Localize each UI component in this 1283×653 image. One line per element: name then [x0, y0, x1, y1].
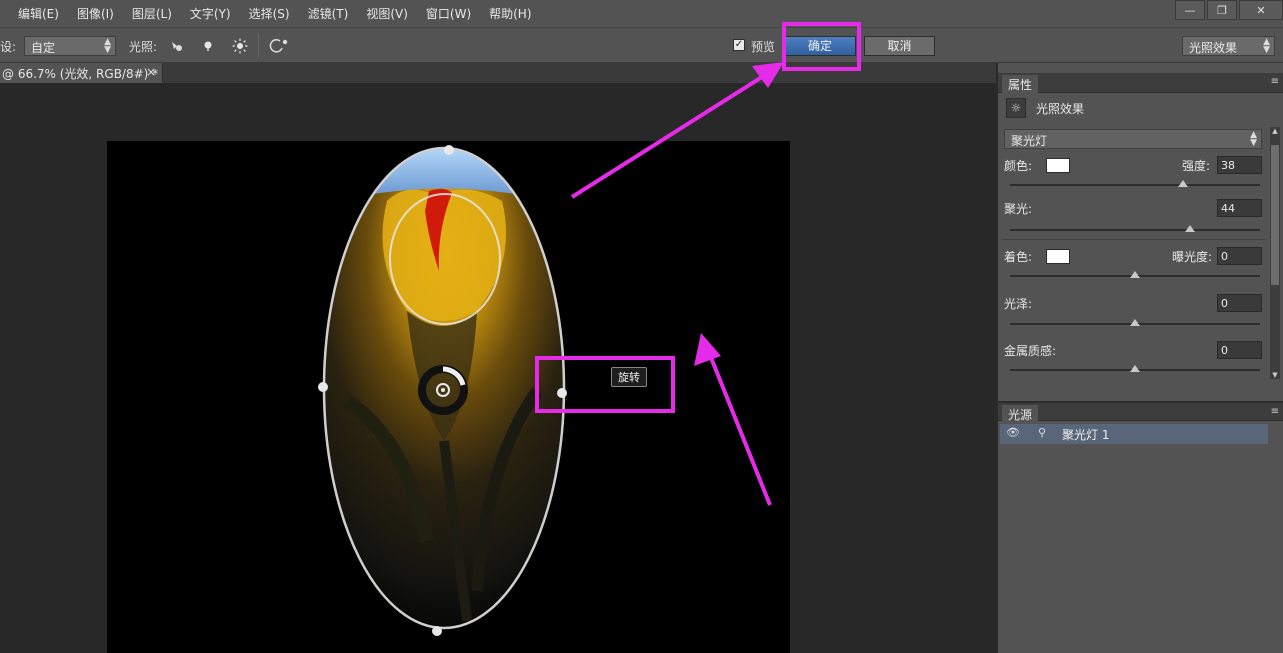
- light-color-swatch[interactable]: [1046, 158, 1070, 173]
- properties-title: 光照效果: [1036, 101, 1085, 116]
- metallic-label: 金属质感:: [1004, 344, 1057, 358]
- light-name: 聚光灯 1: [1062, 428, 1110, 442]
- hotspot-input[interactable]: 44: [1217, 199, 1262, 217]
- metallic-input[interactable]: 0: [1217, 341, 1262, 359]
- exposure-label: 曝光度:: [1172, 250, 1213, 264]
- dropdown-arrow-icon: ▲ ▼: [1250, 130, 1257, 148]
- scroll-up-icon[interactable]: ▲: [1270, 127, 1280, 135]
- properties-tabbar: 属性 ≡: [998, 73, 1283, 93]
- panel-menu-icon[interactable]: ≡: [1271, 76, 1279, 87]
- light-effects-icon: ☼: [1006, 98, 1026, 118]
- gloss-slider-knob[interactable]: [1130, 319, 1140, 326]
- metallic-slider[interactable]: [1010, 365, 1260, 372]
- scroll-down-icon[interactable]: ▼: [1270, 371, 1280, 379]
- color-label: 颜色:: [1004, 159, 1033, 173]
- light-type-dropdown[interactable]: 聚光灯 ▲ ▼: [1004, 129, 1262, 149]
- light-type-value: 聚光灯: [1011, 134, 1048, 148]
- intensity-label: 强度:: [1182, 159, 1211, 173]
- hotspot-slider-knob[interactable]: [1185, 225, 1195, 232]
- tab-lights[interactable]: 光源: [1002, 405, 1039, 423]
- gloss-label: 光泽:: [1004, 297, 1033, 311]
- properties-scrollbar[interactable]: ▲ ▼: [1270, 127, 1280, 379]
- lights-tabbar: 光源 ≡: [998, 401, 1283, 423]
- hotspot-slider[interactable]: [1010, 225, 1260, 232]
- intensity-slider[interactable]: [1010, 180, 1260, 187]
- exposure-input[interactable]: 0: [1217, 247, 1262, 265]
- colorize-label: 着色:: [1004, 250, 1033, 264]
- properties-header: ☼ 光照效果: [1006, 98, 1084, 118]
- spotlight-icon: ⚲: [1038, 426, 1047, 439]
- panel-menu-icon[interactable]: ≡: [1271, 406, 1279, 417]
- metallic-slider-knob[interactable]: [1130, 365, 1140, 372]
- eye-icon[interactable]: 👁: [1006, 426, 1020, 439]
- colorize-swatch[interactable]: [1046, 249, 1070, 264]
- intensity-slider-knob[interactable]: [1177, 180, 1188, 187]
- arrow-to-canvas: [694, 333, 772, 506]
- light-list-item[interactable]: 👁 ⚲ 聚光灯 1: [1000, 424, 1268, 444]
- section-divider: [1002, 239, 1266, 240]
- intensity-input[interactable]: 38: [1217, 156, 1262, 174]
- right-panel: 属性 ≡ ☼ 光照效果 聚光灯 ▲ ▼ 颜色: 强度: 38 聚光: 44 着色:…: [996, 63, 1283, 653]
- hotspot-label: 聚光:: [1004, 202, 1033, 216]
- exposure-slider-knob[interactable]: [1130, 271, 1140, 278]
- scrollbar-thumb[interactable]: [1271, 145, 1279, 285]
- exposure-slider[interactable]: [1010, 271, 1260, 278]
- tab-properties[interactable]: 属性: [1002, 75, 1039, 93]
- arrow-to-ok-button: [570, 62, 784, 199]
- gloss-input[interactable]: 0: [1217, 294, 1262, 312]
- gloss-slider[interactable]: [1010, 319, 1260, 326]
